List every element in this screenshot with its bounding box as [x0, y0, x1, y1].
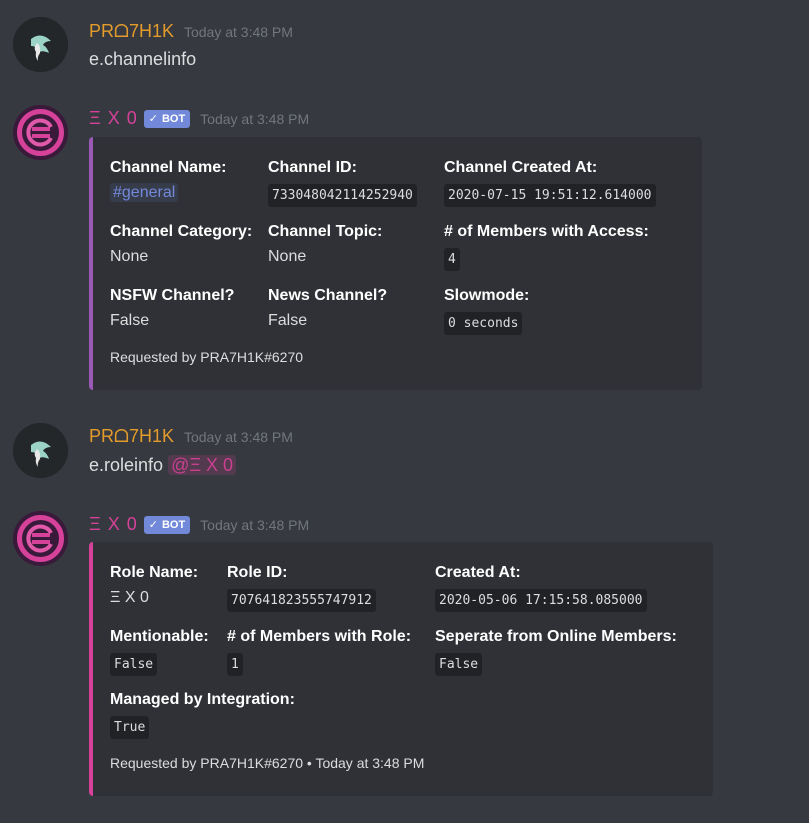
checkmark-icon: ✓ — [148, 113, 158, 125]
embed-field: Mentionable: False — [110, 628, 209, 676]
embed-field: Channel Category: None — [110, 223, 253, 265]
user-avatar-icon[interactable] — [13, 423, 68, 478]
timestamp: Today at 3:48 PM — [183, 24, 293, 40]
embed-channel-info: Channel Name: #general Channel ID: 73304… — [89, 137, 702, 390]
embed-field: NSFW Channel? False — [110, 287, 235, 329]
embed-field: # of Members with Role: 1 — [227, 628, 411, 676]
embed-field: Managed by Integration: True — [110, 691, 295, 739]
message-content: e.roleinfo @Ξ X 0 — [89, 455, 237, 476]
embed-field: Role ID: 707641823555747912 — [227, 564, 376, 612]
embed-field: Channel Topic: None — [268, 223, 383, 265]
embed-field: Seperate from Online Members: False — [435, 628, 677, 676]
embed-field: Slowmode: 0 seconds — [444, 287, 529, 335]
bot-avatar-icon[interactable] — [13, 105, 68, 160]
checkmark-icon: ✓ — [148, 519, 158, 531]
embed-field: News Channel? False — [268, 287, 388, 329]
embed-field: Role Name: Ξ X 0 — [110, 564, 199, 606]
user-mention[interactable]: @Ξ X 0 — [168, 455, 237, 475]
embed-field: Created At: 2020-05-06 17:15:58.085000 — [435, 564, 647, 612]
channel-link[interactable]: #general — [110, 183, 179, 202]
user-avatar-icon[interactable] — [13, 17, 68, 72]
bot-username[interactable]: Ξ X 0 — [89, 514, 138, 535]
timestamp: Today at 3:48 PM — [200, 111, 310, 127]
bot-tag: ✓ BOT — [143, 110, 191, 128]
embed-field: # of Members with Access: 4 — [444, 223, 649, 271]
message-content: e.channelinfo — [89, 49, 197, 69]
timestamp: Today at 3:48 PM — [200, 517, 310, 533]
username[interactable]: PRᗝ7H1K — [89, 21, 174, 42]
embed-footer: Requested by PRA7H1K#6270 • Today at 3:4… — [110, 755, 425, 771]
embed-field: Channel Created At: 2020-07-15 19:51:12.… — [444, 159, 656, 207]
embed-footer: Requested by PRA7H1K#6270 — [110, 349, 304, 365]
bot-tag: ✓ BOT — [143, 516, 191, 534]
bot-avatar-icon[interactable] — [13, 511, 68, 566]
bot-username[interactable]: Ξ X 0 — [89, 108, 138, 129]
timestamp: Today at 3:48 PM — [183, 429, 293, 445]
embed-role-info: Role Name: Ξ X 0 Role ID: 70764182355574… — [89, 542, 713, 796]
username[interactable]: PRᗝ7H1K — [89, 426, 174, 447]
embed-field: Channel Name: #general — [110, 159, 227, 202]
embed-field: Channel ID: 733048042114252940 — [268, 159, 417, 207]
